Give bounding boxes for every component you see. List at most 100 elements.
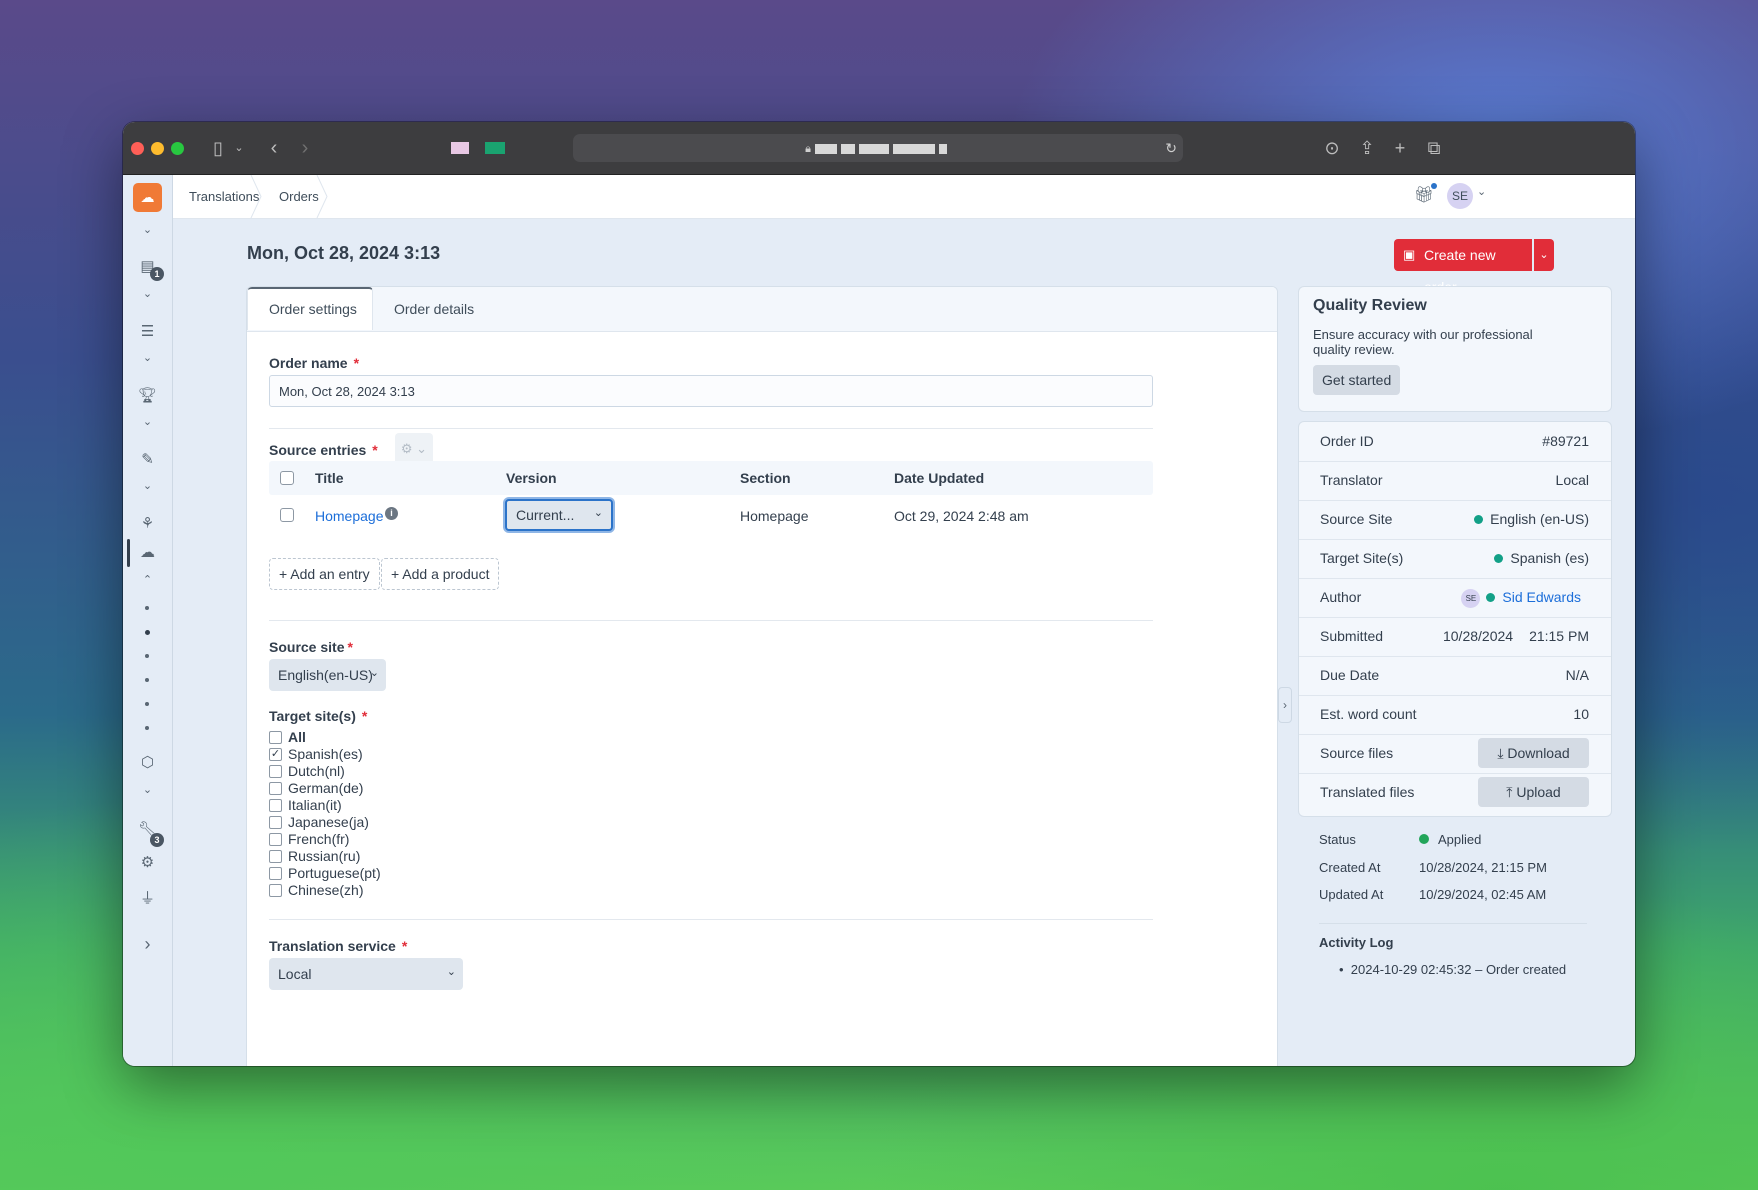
chevron-down-icon[interactable]: ⌄: [123, 783, 172, 796]
chevron-down-icon: ⌄: [369, 667, 379, 679]
meta-source-files: Source files ⤓ Download: [1299, 734, 1611, 774]
breadcrumb-orders[interactable]: Orders: [279, 175, 319, 218]
forward-icon[interactable]: ›: [293, 136, 317, 160]
browser-toolbar: ▯ ⌄ ‹ › 🔒︎ ↻ ⊙ ⇪ + ⧉: [123, 122, 1635, 175]
row-checkbox[interactable]: [280, 508, 294, 522]
checkbox[interactable]: [269, 782, 282, 795]
meta-label: Translated files: [1320, 784, 1415, 800]
utilities-badge: 3: [150, 833, 164, 847]
checkbox[interactable]: [269, 850, 282, 863]
plugin-icon[interactable]: ⏚: [123, 887, 172, 908]
checkbox[interactable]: [269, 867, 282, 880]
entry-title-link[interactable]: Homepage: [315, 508, 384, 524]
checkbox[interactable]: [269, 731, 282, 744]
downloads-icon[interactable]: ⊙: [1320, 136, 1344, 160]
status-dot: [1474, 515, 1484, 524]
chevron-down-icon[interactable]: ⌄: [123, 479, 172, 492]
close-window-button[interactable]: [131, 142, 144, 155]
subnav-item[interactable]: [145, 726, 149, 730]
tab-overview-icon[interactable]: ⧉: [1422, 136, 1446, 160]
quality-review-text: Ensure accuracy with our professional qu…: [1313, 327, 1533, 357]
chevron-down-icon[interactable]: ⌄: [123, 351, 172, 364]
checkbox[interactable]: [269, 816, 282, 829]
chevron-down-icon[interactable]: ⌄: [227, 136, 251, 160]
version-select[interactable]: Current... ⌄: [505, 499, 613, 531]
translator-link[interactable]: Local: [1556, 461, 1589, 500]
expand-sidebar-icon[interactable]: ›: [123, 934, 172, 955]
status-dot: [1494, 554, 1504, 563]
reload-icon[interactable]: ↻: [1165, 134, 1177, 162]
chevron-up-icon[interactable]: ⌃: [123, 573, 172, 586]
status-dot: [1419, 834, 1429, 844]
subnav-item[interactable]: [145, 678, 149, 682]
tab-order-details[interactable]: Order details: [394, 287, 474, 331]
tab-order-settings[interactable]: Order settings: [247, 287, 373, 330]
share-icon[interactable]: ⇪: [1355, 136, 1379, 160]
translate-icon[interactable]: ☁: [123, 543, 172, 561]
target-site-label: Italian(it): [288, 797, 342, 813]
collapse-details-handle[interactable]: ›: [1278, 687, 1292, 723]
create-new-order-button[interactable]: ▣ Create new order: [1394, 239, 1532, 295]
tab-bar: Order settings Order details: [247, 287, 1277, 332]
create-order-menu-button[interactable]: ⌄: [1534, 239, 1554, 271]
site-logo-icon[interactable]: ☁: [133, 183, 162, 212]
add-entry-button[interactable]: + Add an entry: [269, 558, 380, 590]
translations-icon[interactable]: ▤: [123, 257, 172, 275]
subnav-item[interactable]: [145, 654, 149, 658]
user-avatar[interactable]: SE: [1447, 183, 1473, 209]
graphql-icon[interactable]: ⬡: [123, 753, 172, 771]
chevron-down-icon[interactable]: ⌄: [1477, 185, 1486, 198]
add-product-button[interactable]: + Add a product: [381, 558, 500, 590]
settings-gear-icon[interactable]: ⚙: [123, 853, 172, 871]
primary-navigation: ☁ ⌄ ▤ 1 ⌄ ☰ ⌄ 🏆︎ ⌄ ✎ ⌄ ⚘ ☁ ⌃ ⬡ ⌄ 🔧︎ 3 ⚙: [123, 175, 173, 1066]
utilities-wrench-icon[interactable]: 🔧︎: [123, 820, 172, 838]
checkbox[interactable]: [269, 765, 282, 778]
new-tab-icon[interactable]: +: [1388, 136, 1412, 160]
subnav-item[interactable]: [145, 702, 149, 706]
source-site-select[interactable]: English(en-US) ⌄: [269, 659, 386, 691]
app-header: Translations Orders 🎁︎ SE ⌄: [173, 175, 1635, 219]
trophy-icon[interactable]: 🏆︎: [123, 386, 172, 404]
required-marker: *: [361, 708, 368, 724]
order-name-input[interactable]: [269, 375, 1153, 407]
back-icon[interactable]: ‹: [262, 136, 286, 160]
checkbox[interactable]: [269, 884, 282, 897]
column-date-updated[interactable]: Date Updated: [894, 461, 984, 495]
get-started-button[interactable]: Get started: [1313, 365, 1401, 395]
required-marker: *: [401, 938, 408, 954]
checkbox[interactable]: [269, 833, 282, 846]
column-title[interactable]: Title: [315, 461, 344, 495]
entry-date-updated: Oct 29, 2024 2:48 am: [894, 508, 1029, 524]
ticket-icon[interactable]: ✎: [123, 450, 172, 468]
column-section[interactable]: Section: [740, 461, 791, 495]
subnav-item-active[interactable]: [145, 630, 150, 635]
translation-service-select[interactable]: Local ⌄: [269, 958, 463, 990]
chevron-down-icon[interactable]: ⌄: [123, 287, 172, 300]
order-id-value: #89721: [1542, 433, 1589, 449]
zoom-window-button[interactable]: [171, 142, 184, 155]
select-all-checkbox[interactable]: [280, 471, 294, 485]
pinned-tab-pink[interactable]: [451, 142, 469, 154]
author-link[interactable]: Sid Edwards: [1502, 589, 1581, 605]
download-button[interactable]: ⤓ Download: [1478, 738, 1589, 768]
translation-service-value: Local: [278, 966, 312, 982]
info-icon[interactable]: i: [385, 507, 398, 520]
target-site-label: All: [288, 729, 306, 745]
meta-due-date: Due Date N/A: [1299, 656, 1611, 696]
chevron-down-icon[interactable]: ⌄: [123, 415, 172, 428]
checkbox-checked[interactable]: ✓: [269, 748, 282, 761]
target-sites-label-text: Target site(s): [269, 708, 356, 724]
add-entry-label: Add an entry: [290, 566, 370, 582]
plant-icon[interactable]: ⚘: [123, 514, 172, 532]
address-bar[interactable]: 🔒︎ ↻: [573, 134, 1183, 162]
submitted-time: 21:15 PM: [1529, 628, 1589, 644]
upload-button[interactable]: ⤒ Upload: [1478, 777, 1589, 807]
column-version[interactable]: Version: [506, 461, 557, 495]
chevron-down-icon[interactable]: ⌄: [123, 223, 172, 236]
checkbox[interactable]: [269, 799, 282, 812]
minimize-window-button[interactable]: [151, 142, 164, 155]
subnav-item[interactable]: [145, 606, 149, 610]
notification-dot: [1431, 183, 1437, 189]
pinned-tab-green[interactable]: [485, 142, 505, 154]
entries-list-icon[interactable]: ☰: [123, 322, 172, 340]
